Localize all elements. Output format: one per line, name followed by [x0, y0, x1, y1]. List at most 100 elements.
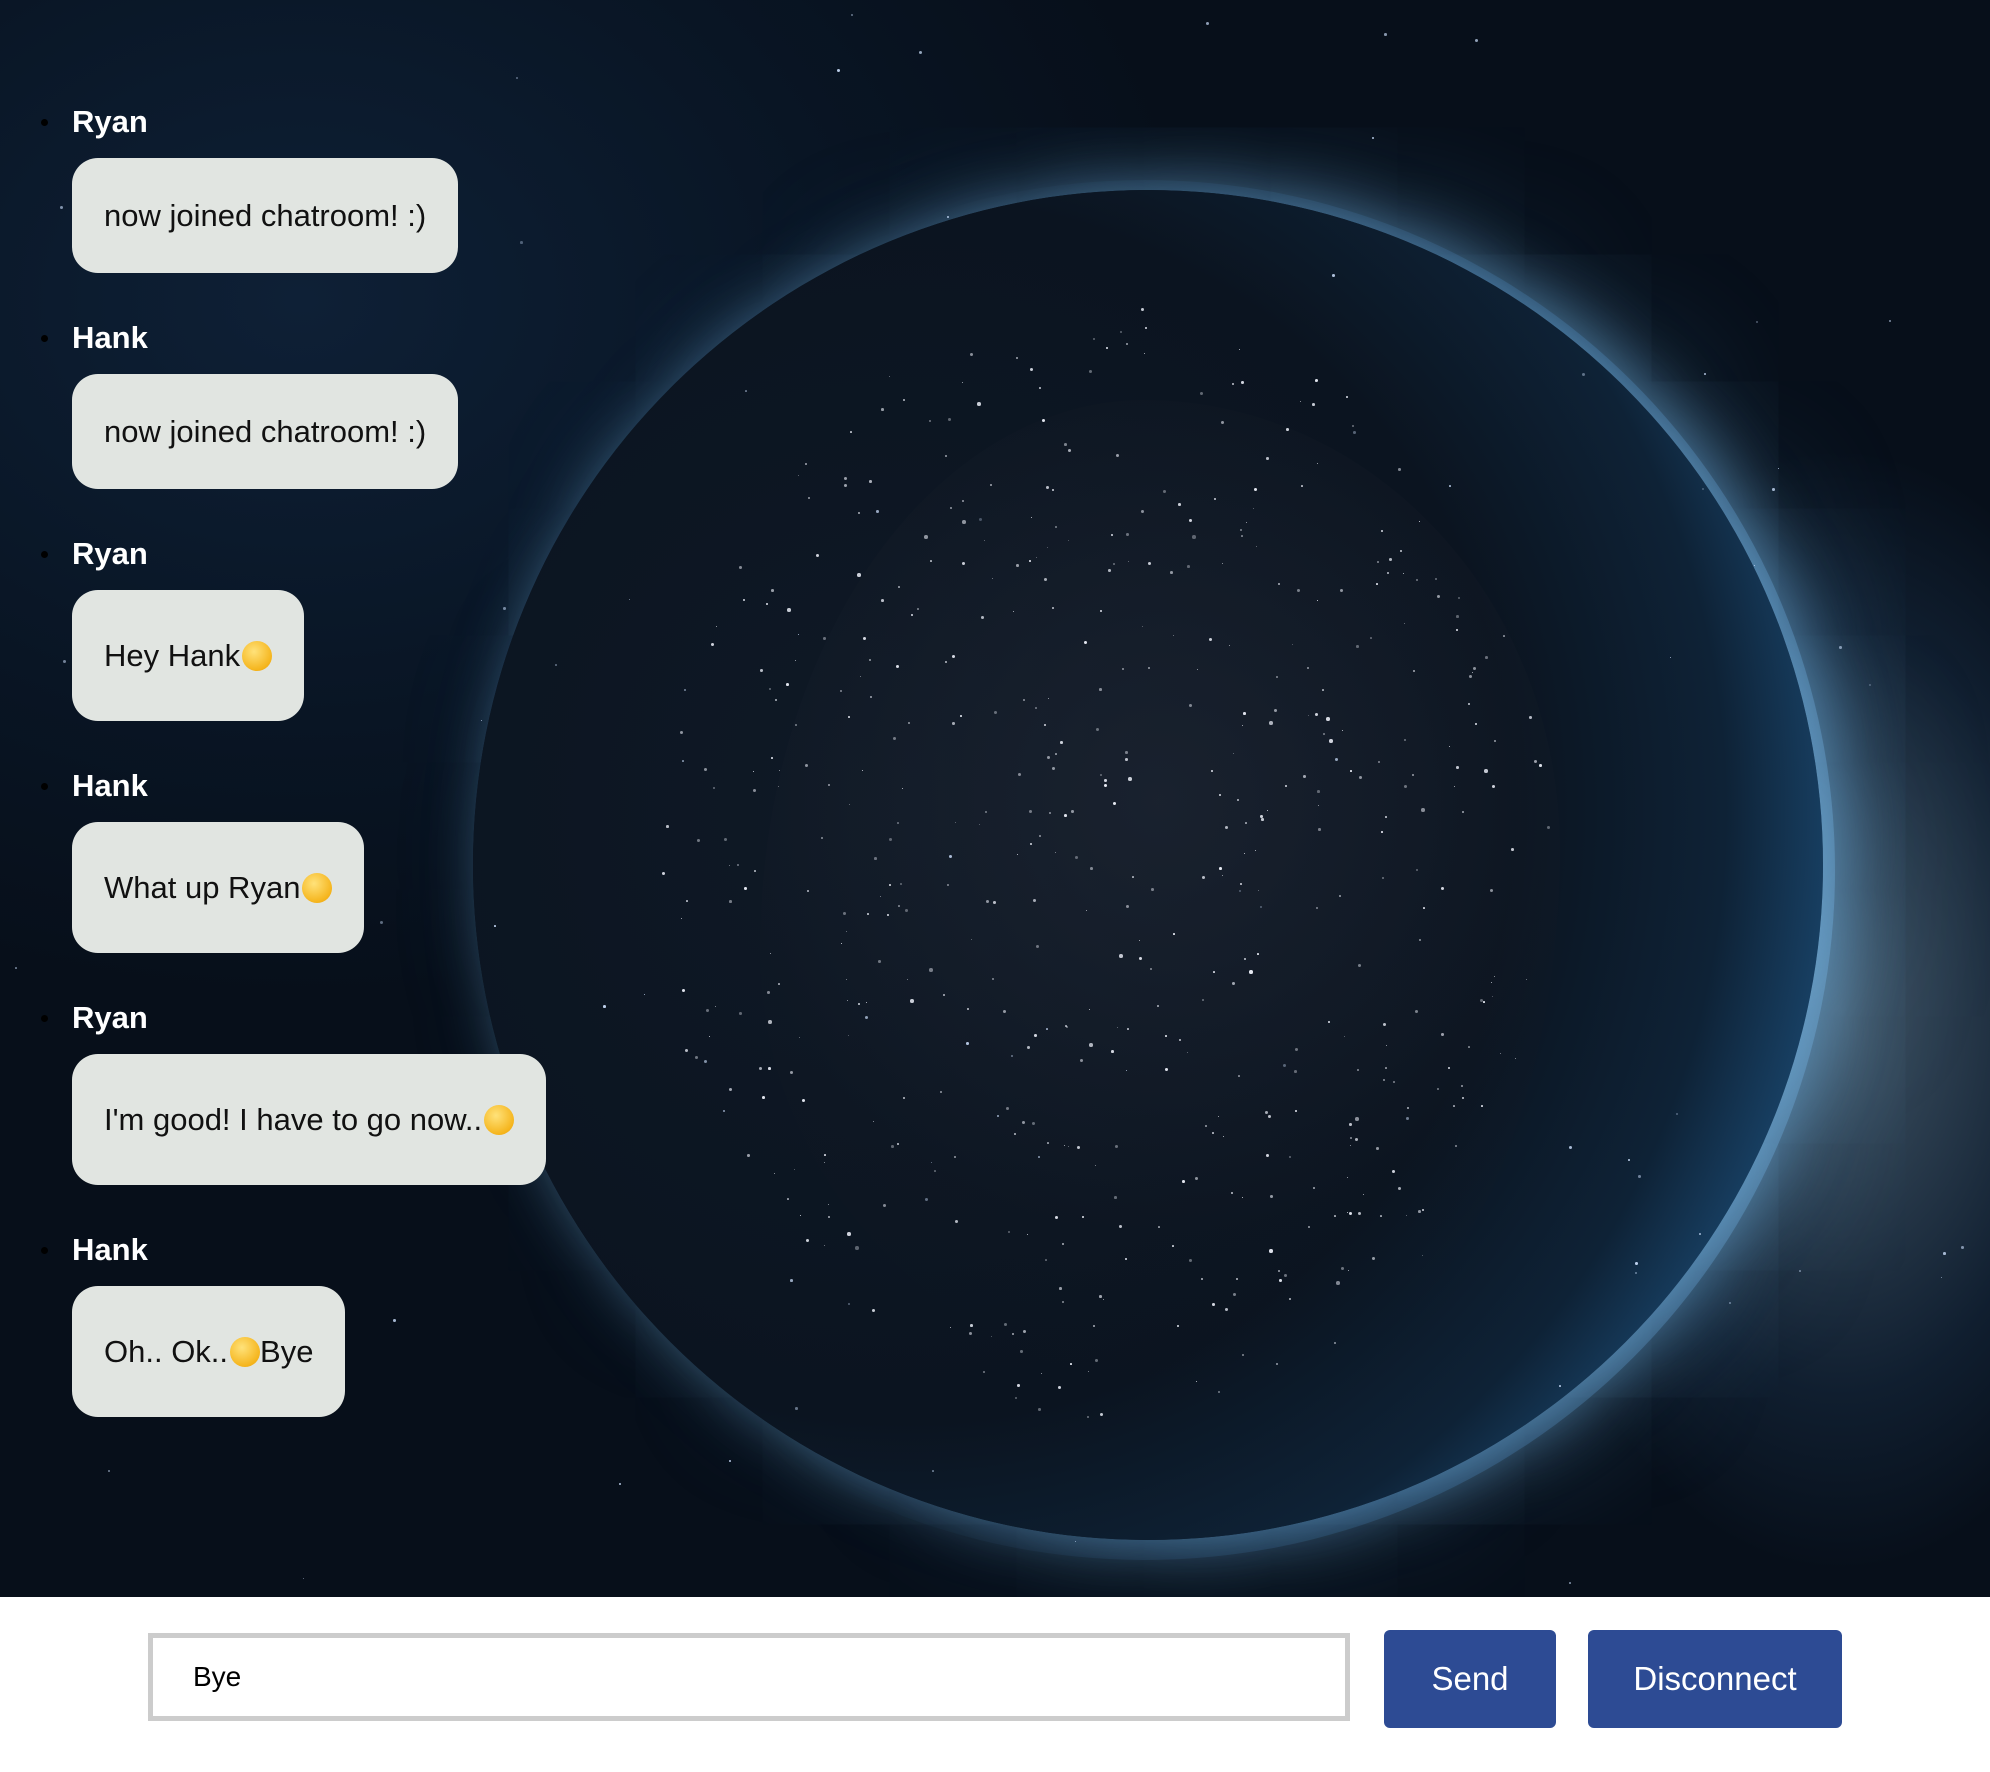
city-light	[1104, 779, 1107, 782]
city-light	[1270, 1195, 1273, 1198]
city-light	[898, 905, 900, 907]
star	[837, 69, 840, 72]
city-light	[1312, 403, 1315, 406]
city-light	[1485, 656, 1488, 659]
city-light	[934, 1170, 936, 1172]
city-light	[1318, 828, 1321, 831]
list-bullet	[41, 1247, 48, 1254]
city-light	[1034, 1034, 1037, 1037]
star	[1839, 646, 1842, 649]
star	[603, 1005, 606, 1008]
city-light	[1455, 1145, 1457, 1147]
star	[966, 1042, 969, 1045]
city-light	[954, 1156, 956, 1158]
city-light	[1163, 490, 1166, 493]
city-light	[1539, 764, 1542, 767]
city-light	[993, 901, 996, 904]
city-light	[787, 1198, 789, 1200]
city-light	[1015, 1397, 1017, 1399]
city-light	[1047, 547, 1048, 548]
star	[790, 1279, 793, 1282]
city-light	[867, 913, 869, 915]
star	[1638, 1175, 1641, 1178]
city-light	[1249, 970, 1253, 974]
city-light	[1126, 343, 1128, 345]
city-light	[889, 884, 891, 886]
city-light	[1468, 703, 1470, 705]
star	[1704, 373, 1706, 375]
city-light	[1192, 535, 1196, 539]
star	[380, 921, 383, 924]
city-light	[857, 573, 861, 577]
city-light	[1456, 629, 1458, 631]
list-bullet	[41, 1015, 48, 1022]
space-background: Ryan now joined chatroom! :) Hank now jo…	[0, 0, 1990, 1597]
message-username: Hank	[72, 1232, 148, 1267]
city-light	[1232, 982, 1235, 985]
list-bullet	[41, 335, 48, 342]
face-screaming-in-fear-icon	[484, 1104, 515, 1135]
star	[1046, 1028, 1048, 1030]
star	[1332, 274, 1335, 277]
city-light	[1113, 563, 1115, 565]
city-light	[850, 431, 852, 433]
city-light	[1468, 1046, 1470, 1048]
city-light	[878, 960, 881, 963]
star	[1038, 1156, 1040, 1158]
star	[1778, 468, 1780, 470]
chat-app: Ryan now joined chatroom! :) Hank now jo…	[0, 0, 1990, 1772]
city-light	[1398, 468, 1401, 471]
city-light	[858, 1003, 860, 1005]
city-light	[1090, 867, 1093, 870]
city-light	[1385, 1067, 1387, 1069]
star	[303, 1578, 305, 1580]
star	[1869, 684, 1872, 687]
city-light	[1377, 561, 1379, 563]
star	[745, 390, 747, 392]
send-button[interactable]: Send	[1384, 1630, 1556, 1728]
message-username: Ryan	[72, 1000, 148, 1035]
smiling-face-with-halo-icon	[302, 872, 333, 903]
city-light	[768, 1020, 772, 1024]
city-light	[1322, 689, 1324, 691]
city-light	[1027, 1046, 1030, 1049]
city-light	[1132, 876, 1134, 878]
city-light	[897, 822, 899, 824]
city-light	[1178, 503, 1181, 506]
star	[15, 967, 17, 969]
city-light	[952, 722, 955, 725]
city-light	[1035, 707, 1037, 709]
star	[393, 1319, 396, 1322]
star	[704, 1060, 707, 1063]
message-bubble: now joined chatroom! :)	[72, 374, 459, 489]
city-light	[1141, 510, 1144, 513]
city-light	[1151, 888, 1154, 891]
city-light	[917, 608, 919, 610]
city-light	[824, 1154, 826, 1156]
city-light	[1418, 1210, 1421, 1213]
city-light	[1173, 933, 1175, 935]
city-light	[1355, 1117, 1359, 1121]
star	[919, 51, 923, 55]
city-light	[1380, 1215, 1382, 1217]
message-input[interactable]	[148, 1633, 1350, 1721]
composer-bar: Send Disconnect	[0, 1597, 1990, 1772]
city-light	[1047, 756, 1050, 759]
disconnect-button[interactable]: Disconnect	[1588, 1630, 1842, 1728]
city-light	[1219, 867, 1222, 870]
city-light	[1119, 954, 1123, 958]
city-light	[1055, 753, 1057, 755]
city-light	[1315, 381, 1316, 382]
city-light	[739, 1012, 742, 1015]
city-light	[1245, 822, 1247, 824]
city-light	[1213, 971, 1215, 973]
city-light	[887, 914, 889, 916]
city-light	[1014, 1133, 1016, 1135]
city-light	[898, 586, 900, 588]
star	[1372, 137, 1375, 140]
list-bullet	[41, 783, 48, 790]
city-light	[1483, 1001, 1485, 1003]
city-light	[1064, 443, 1067, 446]
city-light	[1511, 848, 1514, 851]
city-light	[775, 699, 777, 701]
